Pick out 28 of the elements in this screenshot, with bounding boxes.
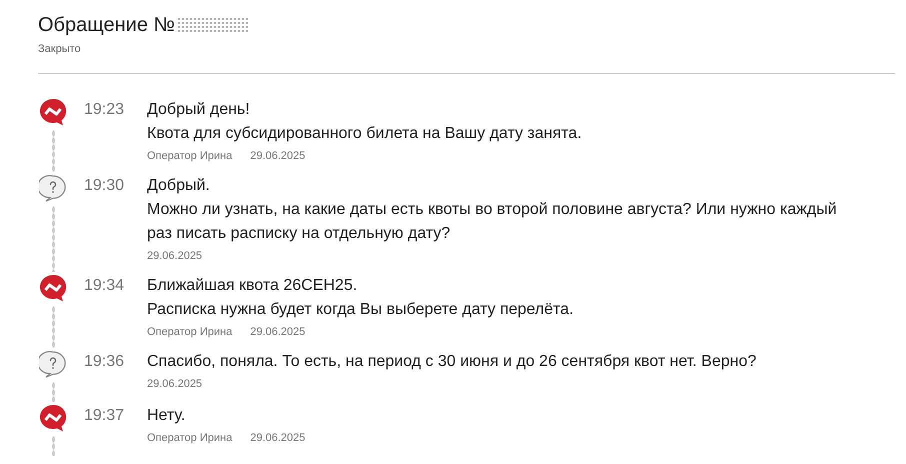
chat-logo-icon (39, 274, 67, 302)
message-author: Оператор Ирина (147, 150, 232, 162)
message-time: 19:34 (82, 276, 124, 296)
ticket-status: Закрыто (38, 43, 82, 55)
question-bubble-icon (39, 174, 67, 202)
message-author: Оператор Ирина (147, 326, 232, 338)
message-author: Оператор Ирина (147, 432, 232, 444)
message-date: 29.06.2025 (147, 378, 202, 390)
message-time: 19:30 (82, 176, 124, 196)
message-text: Добрый день! (147, 100, 251, 120)
ticket-title: Обращение № (38, 13, 175, 38)
message-text: Квота для субсидированного билета на Вашу дату занята. (147, 124, 583, 144)
chat-logo-icon (39, 404, 67, 432)
message-time: 19:23 (82, 100, 124, 120)
message-text: Нету. (147, 406, 186, 426)
message-date: 29.06.2025 (147, 250, 202, 262)
message-text: Расписка нужна будет когда Вы выберете дату перелёта. (147, 300, 575, 320)
message-time: 19:36 (82, 352, 124, 372)
message-date: 29.06.2025 (250, 326, 306, 338)
message-text: Ближайшая квота 26СЕН25. (147, 276, 358, 296)
message-text: Добрый. (147, 176, 211, 196)
question-bubble-icon (39, 350, 67, 378)
message-time: 19:37 (82, 406, 124, 426)
chat-logo-icon (39, 98, 67, 126)
message-text: Можно ли узнать, на какие даты есть квоты во второй половине августа? Или нужно каждый раз писать расписку на отдельную дату? (147, 200, 838, 244)
message-date: 29.06.2025 (250, 150, 306, 162)
message-date: 29.06.2025 (250, 432, 306, 444)
message-text: Спасибо, поняла. То есть, на период с 30 июня и до 26 сентября квот нет. Верно? (147, 352, 758, 372)
